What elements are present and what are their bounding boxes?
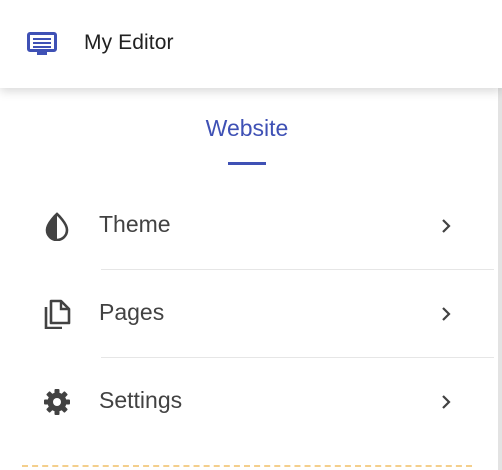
app-bar: My Editor xyxy=(0,0,502,88)
chevron-right-icon xyxy=(442,307,451,321)
divider xyxy=(101,269,494,270)
menu-item-label: Theme xyxy=(99,211,171,237)
theme-icon xyxy=(45,212,69,241)
chevron-right-icon xyxy=(442,219,451,233)
section-underline xyxy=(228,162,266,165)
app-title: My Editor xyxy=(84,31,174,54)
menu-item-label: Settings xyxy=(99,387,183,413)
section-title: Website xyxy=(205,115,289,141)
dashed-divider xyxy=(22,465,472,467)
menu-item-settings[interactable]: Settings xyxy=(0,359,494,445)
web-editor-icon[interactable] xyxy=(27,32,57,56)
pages-icon xyxy=(44,299,71,329)
menu-item-pages[interactable]: Pages xyxy=(0,271,494,357)
scrollbar-track[interactable] xyxy=(498,88,502,470)
gear-icon xyxy=(44,389,70,415)
menu-item-theme[interactable]: Theme xyxy=(0,183,494,269)
divider xyxy=(101,357,494,358)
chevron-right-icon xyxy=(442,395,451,409)
menu-item-label: Pages xyxy=(99,299,165,325)
